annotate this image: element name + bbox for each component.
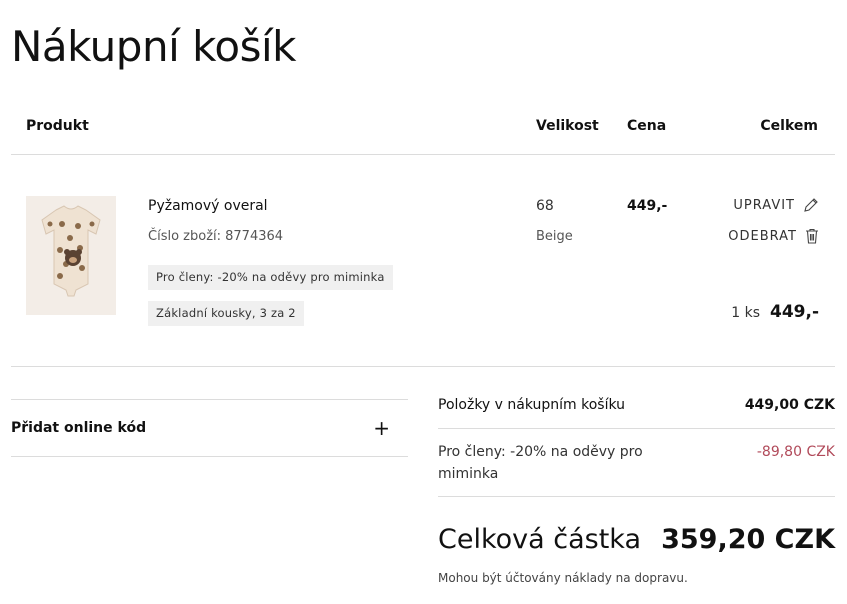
item-size: 68 (536, 198, 554, 214)
item-quantity: 1 ks (731, 305, 760, 321)
remove-item-button[interactable]: ODEBRAT (728, 228, 819, 244)
edit-item-button[interactable]: UPRAVIT (733, 197, 819, 213)
summary-discount-value: -89,80 CZK (756, 444, 835, 460)
summary-discount-label: Pro členy: -20% na oděvy pro miminka (438, 444, 643, 482)
item-color: Beige (536, 229, 573, 244)
total-label: Celková částka (438, 524, 642, 555)
item-divider (11, 366, 835, 367)
promo-code-label: Přidat online kód (11, 420, 147, 436)
product-number: Číslo zboží: 8774364 (148, 229, 284, 244)
trash-icon (805, 228, 819, 244)
summary-divider (438, 496, 835, 497)
column-header-total: Celkem (760, 118, 818, 134)
baby-romper-image (26, 196, 116, 315)
column-header-size: Velikost (536, 118, 599, 134)
edit-label: UPRAVIT (733, 197, 795, 213)
plus-icon: + (373, 416, 390, 440)
promo-tag-basics: Základní kousky, 3 za 2 (148, 301, 304, 326)
quantity-line: 1 ks 449,- (731, 302, 819, 322)
product-thumbnail[interactable] (26, 196, 116, 315)
column-header-price: Cena (627, 118, 667, 134)
column-header-product: Produkt (26, 118, 89, 134)
promo-tag-members: Pro členy: -20% na oděvy pro miminka (148, 265, 393, 290)
pencil-icon (803, 197, 819, 213)
item-line-total: 449,- (770, 302, 819, 322)
product-name[interactable]: Pyžamový overal (148, 198, 268, 214)
total-value: 359,20 CZK (661, 524, 835, 555)
shipping-note: Mohou být účtovány náklady na dopravu. (438, 571, 688, 585)
remove-label: ODEBRAT (728, 228, 797, 244)
header-divider (11, 154, 835, 155)
page-title: Nákupní košík (11, 22, 297, 71)
item-price: 449,- (627, 198, 668, 214)
add-promo-code-toggle[interactable]: Přidat online kód + (11, 399, 408, 457)
summary-divider (438, 428, 835, 429)
summary-items-value: 449,00 CZK (744, 397, 835, 413)
summary-items-label: Položky v nákupním košíku (438, 397, 626, 413)
